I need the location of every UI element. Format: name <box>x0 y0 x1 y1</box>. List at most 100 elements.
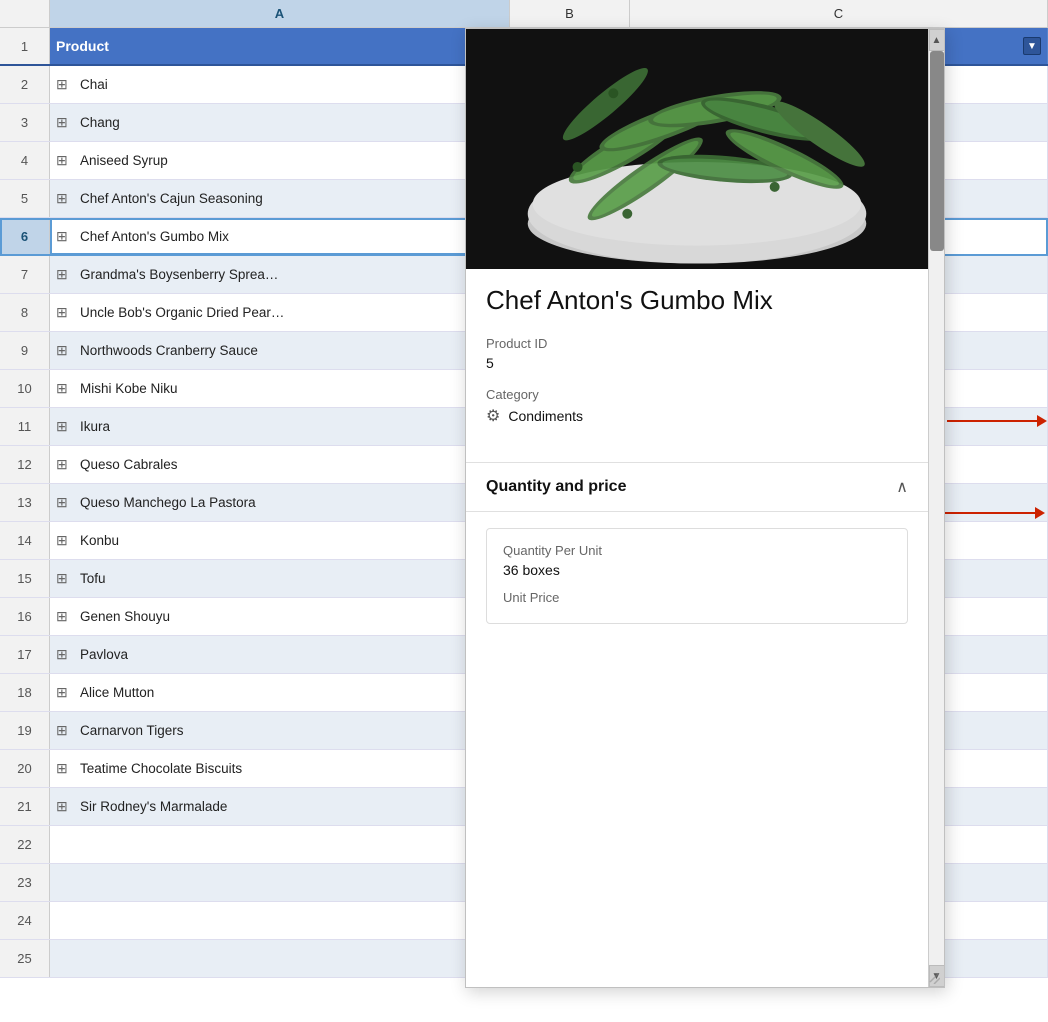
category-label: Category <box>486 387 908 402</box>
resize-icon <box>928 972 940 984</box>
cell-a-4[interactable]: ⊞Aniseed Syrup <box>50 142 510 179</box>
product-icon: ⊞ <box>56 532 74 550</box>
category-row: ⚙ Condiments <box>486 406 908 426</box>
row-num-17: 17 <box>0 636 50 673</box>
filter-button-c[interactable]: ▼ <box>1023 37 1041 55</box>
product-icon: ⊞ <box>56 152 74 170</box>
cell-a-13[interactable]: ⊞Queso Manchego La Pastora <box>50 484 510 521</box>
row-num-5: 5 <box>0 180 50 217</box>
product-icon: ⊞ <box>56 76 74 94</box>
quantity-per-unit-label: Quantity Per Unit <box>503 543 891 558</box>
product-icon: ⊞ <box>56 646 74 664</box>
cell-a-11[interactable]: ⊞Ikura <box>50 408 510 445</box>
product-id-label: Product ID <box>486 336 908 351</box>
product-icon: ⊞ <box>56 190 74 208</box>
col-c-label: C <box>834 6 843 21</box>
cell-a-6[interactable]: ⊞Chef Anton's Gumbo Mix <box>50 218 510 255</box>
product-icon: ⊞ <box>56 342 74 360</box>
col-header-a[interactable]: A <box>50 0 510 27</box>
row-num-4: 4 <box>0 142 50 179</box>
scroll-up-icon: ▲ <box>932 35 942 46</box>
cell-a-25[interactable] <box>50 940 510 977</box>
cell-a-5[interactable]: ⊞Chef Anton's Cajun Seasoning <box>50 180 510 217</box>
filter-icon-c: ▼ <box>1027 41 1037 52</box>
row-num-3: 3 <box>0 104 50 141</box>
row-num-2: 2 <box>0 66 50 103</box>
row-num-19: 19 <box>0 712 50 749</box>
cell-a-18[interactable]: ⊞Alice Mutton <box>50 674 510 711</box>
scrollbar-track[interactable] <box>929 51 945 965</box>
product-icon: ⊞ <box>56 380 74 398</box>
cell-a-19[interactable]: ⊞Carnarvon Tigers <box>50 712 510 749</box>
cell-a-22[interactable] <box>50 826 510 863</box>
cell-a-3[interactable]: ⊞Chang <box>50 104 510 141</box>
row-num-25: 25 <box>0 940 50 977</box>
cell-a-2[interactable]: ⊞Chai <box>50 66 510 103</box>
panel-scrollbar[interactable]: ▲ ▼ <box>928 29 944 987</box>
row-num-14: 14 <box>0 522 50 559</box>
detail-product-title: Chef Anton's Gumbo Mix <box>486 285 908 316</box>
cell-a-7[interactable]: ⊞Grandma's Boysenberry Sprea… <box>50 256 510 293</box>
product-icon: ⊞ <box>56 418 74 436</box>
okra-image-svg <box>466 29 928 269</box>
row-num-21: 21 <box>0 788 50 825</box>
panel-content: Chef Anton's Gumbo Mix Product ID 5 Cate… <box>466 29 944 987</box>
col-header-c[interactable]: C <box>630 0 1048 27</box>
cell-a-21[interactable]: ⊞Sir Rodney's Marmalade <box>50 788 510 825</box>
row-num-22: 22 <box>0 826 50 863</box>
cell-a-8[interactable]: ⊞Uncle Bob's Organic Dried Pear… <box>50 294 510 331</box>
product-icon: ⊞ <box>56 684 74 702</box>
col-header-b[interactable]: B <box>510 0 630 27</box>
product-icon: ⊞ <box>56 266 74 284</box>
cell-a-15[interactable]: ⊞Tofu <box>50 560 510 597</box>
category-icon: ⚙ <box>486 406 500 426</box>
row-num-15: 15 <box>0 560 50 597</box>
section-collapse-icon[interactable]: ∧ <box>896 477 908 497</box>
product-icon: ⊞ <box>56 570 74 588</box>
cell-a-16[interactable]: ⊞Genen Shouyu <box>50 598 510 635</box>
product-icon: ⊞ <box>56 456 74 474</box>
product-image-container <box>466 29 928 269</box>
row-num-13: 13 <box>0 484 50 521</box>
quantity-per-unit-value: 36 boxes <box>503 562 891 578</box>
row-num-18: 18 <box>0 674 50 711</box>
col-b-label: B <box>565 6 574 21</box>
product-icon: ⊞ <box>56 760 74 778</box>
product-icon: ⊞ <box>56 114 74 132</box>
header-row-num: 1 <box>0 28 50 64</box>
cell-a-10[interactable]: ⊞Mishi Kobe Niku <box>50 370 510 407</box>
quantity-price-section-header[interactable]: Quantity and price ∧ <box>466 462 928 512</box>
product-icon: ⊞ <box>56 494 74 512</box>
col-a-label: A <box>275 6 284 21</box>
header-product-label: Product <box>56 38 109 54</box>
cell-a-23[interactable] <box>50 864 510 901</box>
panel-resize-handle[interactable] <box>928 971 940 983</box>
product-id-value: 5 <box>486 355 908 371</box>
row-num-7: 7 <box>0 256 50 293</box>
category-value: Condiments <box>508 408 583 424</box>
cell-a-9[interactable]: ⊞Northwoods Cranberry Sauce <box>50 332 510 369</box>
scrollbar-up-button[interactable]: ▲ <box>929 29 945 51</box>
product-icon: ⊞ <box>56 722 74 740</box>
header-cell-product[interactable]: Product ▼ <box>50 28 510 64</box>
row-num-9: 9 <box>0 332 50 369</box>
row-num-8: 8 <box>0 294 50 331</box>
spreadsheet: A B C 1 Product ▼ ProductID ▼ <box>0 0 1048 1022</box>
product-icon: ⊞ <box>56 798 74 816</box>
cell-a-14[interactable]: ⊞Konbu <box>50 522 510 559</box>
row-num-10: 10 <box>0 370 50 407</box>
cell-a-17[interactable]: ⊞Pavlova <box>50 636 510 673</box>
scrollbar-thumb[interactable] <box>930 51 944 251</box>
cell-a-12[interactable]: ⊞Queso Cabrales <box>50 446 510 483</box>
panel-details: Chef Anton's Gumbo Mix Product ID 5 Cate… <box>466 269 928 462</box>
row-num-corner <box>0 0 50 27</box>
section-title: Quantity and price <box>486 478 626 496</box>
row-num-23: 23 <box>0 864 50 901</box>
product-image <box>466 29 928 269</box>
row-num-24: 24 <box>0 902 50 939</box>
cell-a-20[interactable]: ⊞Teatime Chocolate Biscuits <box>50 750 510 787</box>
unit-price-label: Unit Price <box>503 590 891 605</box>
quantity-price-card: Quantity Per Unit 36 boxes Unit Price <box>486 528 908 624</box>
cell-a-24[interactable] <box>50 902 510 939</box>
row-num-6: 6 <box>0 218 50 255</box>
